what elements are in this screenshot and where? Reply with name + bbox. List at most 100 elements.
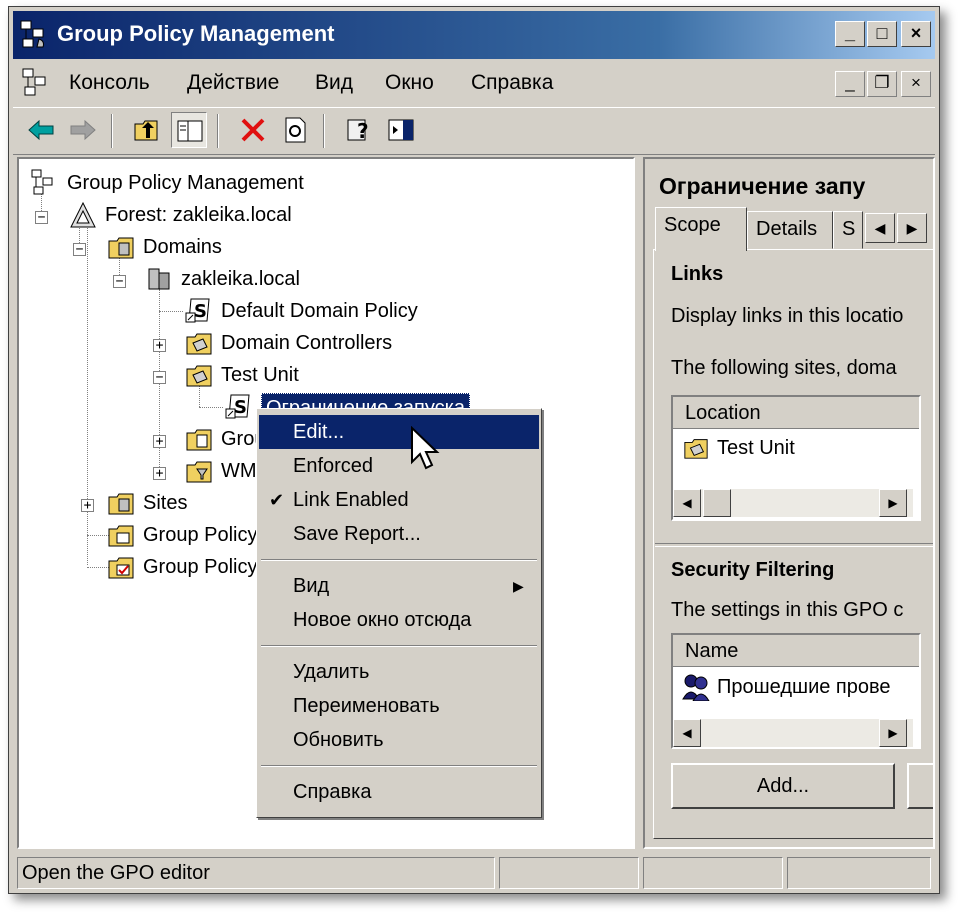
scroll-right-button[interactable]: ▶ — [879, 719, 907, 747]
minimize-button[interactable]: _ — [835, 21, 865, 47]
menu-separator — [261, 559, 537, 561]
svg-text:S: S — [234, 397, 247, 418]
menu-item-delete[interactable]: Удалить — [259, 655, 539, 689]
up-one-level-icon — [134, 120, 158, 141]
location-column-header[interactable]: Location — [673, 397, 919, 429]
menu-separator — [261, 765, 537, 767]
tree-label: zakleika.local — [181, 268, 300, 290]
remove-button[interactable] — [907, 763, 933, 809]
tree-label: Test Unit — [221, 364, 299, 386]
context-menu: Edit... Enforced ✔ Link Enabled Save Rep… — [256, 408, 542, 818]
tree-label: Group Policy — [143, 556, 258, 578]
gpo-folder-icon — [186, 429, 212, 451]
menu-separator — [261, 645, 537, 647]
menu-console[interactable]: Консоль — [69, 71, 150, 95]
menu-item-link-enabled[interactable]: ✔ Link Enabled — [259, 483, 539, 517]
collapse-forest-toggle[interactable]: − — [35, 211, 48, 224]
status-text: Open the GPO editor — [17, 857, 495, 889]
help-button[interactable]: ? — [341, 112, 377, 148]
scroll-thumb[interactable] — [703, 489, 731, 517]
menu-item-save-report[interactable]: Save Report... — [259, 517, 539, 551]
menu-action[interactable]: Действие — [187, 71, 279, 95]
close-button[interactable]: × — [901, 21, 931, 47]
delete-icon — [241, 118, 265, 142]
tree-label: Domains — [143, 236, 222, 258]
links-hscrollbar[interactable]: ◀ ▶ — [673, 489, 913, 517]
back-icon — [28, 119, 54, 141]
up-one-level-button[interactable] — [129, 112, 165, 148]
location-cell: Test Unit — [717, 437, 795, 459]
refresh-button[interactable] — [277, 112, 313, 148]
security-hscrollbar[interactable]: ◀ ▶ — [673, 719, 913, 747]
mdi-close-button[interactable]: × — [901, 71, 931, 97]
sites-folder-icon — [108, 493, 134, 515]
tab-scope[interactable]: Scope — [655, 207, 747, 251]
back-button[interactable] — [23, 112, 59, 148]
forward-icon — [70, 119, 96, 141]
mdi-minimize-button[interactable]: _ — [835, 71, 865, 97]
menu-help[interactable]: Справка — [471, 71, 553, 95]
collapse-test-unit-toggle[interactable]: − — [153, 371, 166, 384]
delete-button[interactable] — [235, 112, 271, 148]
menu-window[interactable]: Окно — [385, 71, 434, 95]
toolbar: ? — [13, 107, 935, 155]
scroll-right-button[interactable]: ▶ — [879, 489, 907, 517]
following-sites-text: The following sites, doma — [671, 357, 897, 379]
security-filtering-list[interactable]: Name Прошедшие прове ◀ ▶ — [671, 633, 921, 749]
tree-connector — [87, 225, 88, 565]
forward-button[interactable] — [65, 112, 101, 148]
scroll-left-button[interactable]: ◀ — [673, 719, 701, 747]
security-filtering-heading: Security Filtering — [671, 559, 835, 581]
console-icon[interactable] — [21, 67, 53, 99]
tab-settings[interactable]: S — [833, 211, 863, 249]
menu-item-edit[interactable]: Edit... — [259, 415, 539, 449]
tab-details[interactable]: Details — [747, 211, 833, 249]
menu-item-view[interactable]: Вид ▶ — [259, 569, 539, 603]
mdi-restore-button[interactable]: ❐ — [867, 71, 897, 97]
status-panel — [499, 857, 639, 889]
svg-text:?: ? — [357, 119, 369, 143]
status-panel — [643, 857, 783, 889]
tree-connector — [159, 311, 183, 312]
toolbar-separator — [323, 114, 325, 148]
menu-item-refresh[interactable]: Обновить — [259, 723, 539, 757]
tree-label: Group Policy — [143, 524, 258, 546]
menu-item-new-window[interactable]: Новое окно отсюда — [259, 603, 539, 637]
show-hide-action-pane-button[interactable] — [383, 112, 419, 148]
tab-scroll-right-button[interactable]: ▶ — [897, 213, 927, 243]
collapse-domains-toggle[interactable]: − — [73, 243, 86, 256]
expand-domain-controllers-toggle[interactable]: + — [153, 339, 166, 352]
tab-scroll-left-button[interactable]: ◀ — [865, 213, 895, 243]
ou-folder-icon — [186, 365, 212, 387]
display-links-label: Display links in this locatio — [671, 305, 904, 327]
expand-sites-toggle[interactable]: + — [81, 499, 94, 512]
mouse-cursor-icon — [411, 426, 440, 470]
expand-gpo-toggle[interactable]: + — [153, 435, 166, 448]
submenu-arrow-icon: ▶ — [513, 578, 524, 594]
tree-connector — [199, 407, 223, 408]
maximize-button[interactable]: □ — [867, 21, 897, 47]
menu-view[interactable]: Вид — [315, 71, 353, 95]
show-hide-tree-icon — [177, 120, 203, 142]
scroll-left-button[interactable]: ◀ — [673, 489, 701, 517]
add-button[interactable]: Add... — [671, 763, 895, 809]
refresh-icon — [285, 117, 306, 143]
links-list[interactable]: Location Test Unit ◀ ▶ — [671, 395, 921, 521]
name-column-header[interactable]: Name — [673, 635, 919, 667]
title-bar[interactable]: Group Policy Management _ □ × — [13, 11, 935, 59]
collapse-domain-toggle[interactable]: − — [113, 275, 126, 288]
checkmark-icon: ✔ — [269, 490, 285, 510]
help-icon: ? — [347, 119, 369, 143]
menu-item-rename[interactable]: Переименовать — [259, 689, 539, 723]
domain-icon — [148, 268, 170, 290]
tree-label: Forest: zakleika.local — [105, 204, 292, 226]
menu-item-enforced[interactable]: Enforced — [259, 449, 539, 483]
expand-wmi-toggle[interactable]: + — [153, 467, 166, 480]
toolbar-separator — [111, 114, 113, 148]
show-hide-tree-button[interactable] — [171, 112, 207, 148]
gpo-link-icon: S — [185, 298, 210, 323]
gp-modeling-icon — [108, 525, 134, 547]
menu-item-help[interactable]: Справка — [259, 775, 539, 809]
details-pane: Ограничение запу Scope Details S ◀ ▶ Lin… — [643, 157, 935, 849]
window-title: Group Policy Management — [57, 21, 335, 46]
